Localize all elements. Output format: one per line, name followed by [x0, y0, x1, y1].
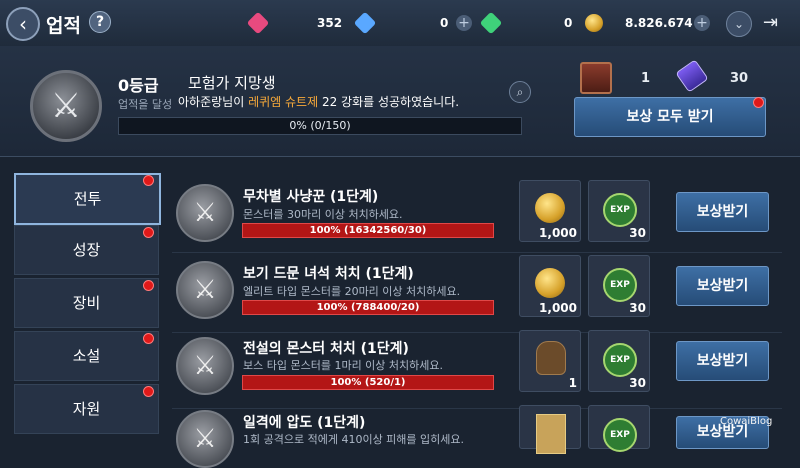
quest-progress-text: 100% (520/1) — [330, 377, 406, 388]
chevron-down-icon: ⌄ — [733, 17, 745, 31]
claim-all-button[interactable]: 보상 모두 받기 — [574, 97, 766, 137]
sidebar-item-social[interactable]: 소설 — [14, 331, 159, 381]
quest-title: 보기 드문 녀석 처치 (1단계) — [243, 266, 414, 282]
crossed-swords-icon: ⚔ — [193, 424, 217, 454]
notification-dot — [143, 175, 154, 186]
sidebar-item-growth[interactable]: 성장 — [14, 225, 159, 275]
quest-desc: 몬스터를 30마리 이상 처치하세요. — [243, 208, 403, 221]
reward-count: 1,000 — [539, 226, 577, 240]
reward-slot[interactable]: EXP 30 — [588, 330, 650, 392]
quest-medal: ⚔ — [176, 410, 234, 468]
collapse-button[interactable]: ⌄ — [726, 11, 752, 37]
back-button[interactable]: ‹ — [6, 7, 40, 41]
gold-count: 8.826.674 — [625, 16, 693, 30]
notification-dot — [753, 97, 764, 108]
quest-progress-bar: 100% (520/1) — [242, 375, 494, 390]
notice-suffix: 22 강화를 성공하였습니다. — [318, 95, 460, 109]
reward-count: 30 — [629, 376, 646, 390]
quest-progress-text: 100% (16342560/30) — [309, 225, 427, 236]
scroll-count: 30 — [730, 71, 749, 86]
quest-title: 무차별 사냥꾼 (1단계) — [243, 189, 379, 205]
add-gold-button[interactable]: + — [694, 15, 710, 31]
total-progress-text: 0% (0/150) — [289, 119, 351, 132]
quest-title: 일격에 압도 (1단계) — [243, 415, 366, 431]
ruby-count: 352 — [317, 16, 343, 30]
notification-dot — [143, 386, 154, 397]
claim-button[interactable]: 보상받기 — [676, 192, 769, 232]
system-notice: 아하준랑님이 레퀴엠 슈트제 22 강화를 성공하였습니다. — [178, 93, 459, 110]
reward-slot[interactable]: EXP 30 — [588, 180, 650, 242]
claim-button[interactable]: 보상받기 — [676, 266, 769, 306]
notification-dot — [143, 333, 154, 344]
chest-count: 1 — [641, 71, 651, 86]
chevron-left-icon: ‹ — [19, 12, 27, 36]
notice-item: 레퀴엠 슈트제 — [248, 95, 319, 109]
crossed-swords-icon: ⚔ — [193, 275, 217, 305]
reward-count: 30 — [629, 301, 646, 315]
watermark: CowaiBlog — [720, 416, 773, 427]
quest-progress-bar: 100% (16342560/30) — [242, 223, 494, 238]
crossed-swords-icon: ⚔ — [193, 351, 217, 381]
grade-label: 0등급 — [118, 76, 159, 95]
quest-desc: 엘리트 타입 몬스터를 20마리 이상 처치하세요. — [243, 285, 461, 298]
gold-coin-icon — [535, 268, 565, 298]
page-title: 업적 — [46, 15, 81, 37]
notification-dot — [143, 227, 154, 238]
card-icon — [536, 414, 566, 454]
search-icon[interactable]: ⌕ — [509, 81, 531, 103]
grade-emblem: ⚔ — [30, 70, 102, 142]
quest-medal: ⚔ — [176, 261, 234, 319]
notification-dot — [143, 280, 154, 291]
reward-count: 1,000 — [539, 301, 577, 315]
treasure-chest-icon — [580, 62, 612, 94]
sidebar-item-equipment[interactable]: 장비 — [14, 278, 159, 328]
quest-progress-text: 100% (788400/20) — [316, 302, 420, 313]
reward-slot[interactable]: EXP — [588, 405, 650, 452]
exp-icon: EXP — [603, 343, 637, 377]
reward-slot[interactable]: EXP 30 — [588, 255, 650, 317]
quest-progress-bar: 100% (788400/20) — [242, 300, 494, 315]
sidebar-item-resources[interactable]: 자원 — [14, 384, 159, 434]
rank-title: 모험가 지망생 — [188, 74, 276, 92]
emerald-count: 0 — [564, 16, 573, 30]
reward-slot[interactable]: 1,000 — [519, 255, 581, 317]
quest-desc: 보스 타입 몬스터를 1마리 이상 처치하세요. — [243, 359, 444, 372]
help-icon[interactable]: ? — [89, 11, 111, 33]
quest-medal: ⚔ — [176, 184, 234, 242]
quest-desc: 1회 공격으로 적에게 410이상 피해를 입히세요. — [243, 433, 465, 446]
notice-prefix: 아하준랑님이 — [178, 95, 249, 109]
quest-title: 전설의 몬스터 처치 (1단계) — [243, 341, 409, 357]
loot-bag-icon — [536, 341, 566, 375]
claim-button[interactable]: 보상받기 — [676, 341, 769, 381]
crossed-swords-icon: ⚔ — [50, 86, 82, 126]
add-diamond-button[interactable]: + — [456, 15, 472, 31]
sidebar-item-battle[interactable]: 전투 — [14, 173, 161, 225]
total-progress-bar: 0% (0/150) — [118, 117, 522, 135]
exp-icon: EXP — [603, 193, 637, 227]
exit-icon[interactable]: ⇥ — [763, 12, 789, 36]
diamond-count: 0 — [440, 16, 449, 30]
crossed-swords-icon: ⚔ — [193, 198, 217, 228]
gold-coin-icon — [535, 193, 565, 223]
gold-coin-icon — [585, 14, 603, 32]
reward-slot[interactable]: 1 — [519, 330, 581, 392]
summary-description: 업적을 달성 — [118, 98, 173, 111]
reward-count: 1 — [568, 376, 577, 390]
reward-slot[interactable] — [519, 405, 581, 454]
quest-medal: ⚔ — [176, 337, 234, 395]
reward-count: 30 — [629, 226, 646, 240]
reward-slot[interactable]: 1,000 — [519, 180, 581, 242]
exp-icon: EXP — [603, 268, 637, 302]
